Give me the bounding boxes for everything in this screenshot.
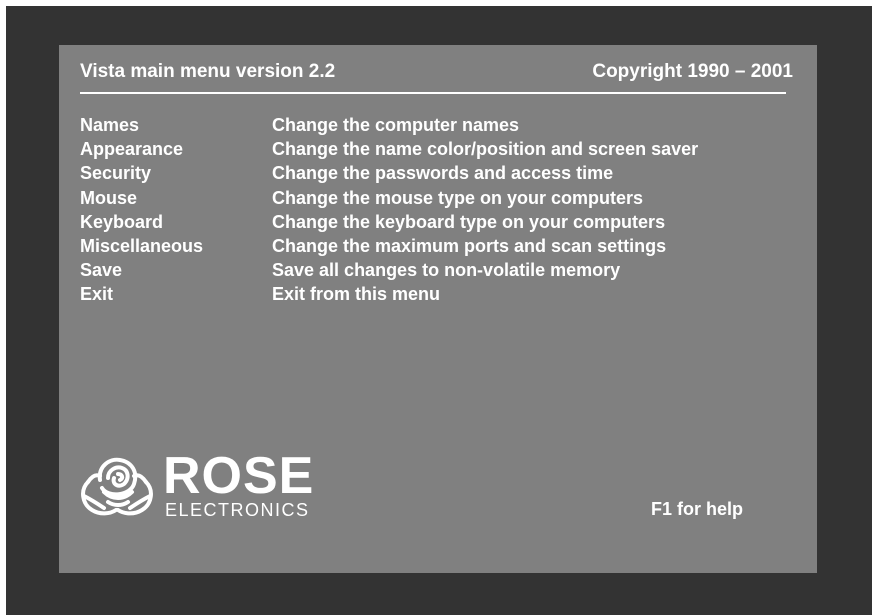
menu-item-mouse[interactable]: Mouse Change the mouse type on your comp… (80, 186, 800, 210)
help-hint: F1 for help (651, 499, 744, 519)
menu-item-key: Exit (80, 284, 114, 305)
menu-item-description: Exit from this menu (272, 284, 441, 305)
main-menu-list: Names Change the computer names Appearan… (80, 113, 800, 307)
menu-item-key: Miscellaneous (80, 235, 204, 256)
menu-item-exit[interactable]: Exit Exit from this menu (80, 282, 800, 306)
menu-item-description: Change the passwords and access time (272, 163, 614, 184)
menu-item-description: Change the computer names (272, 115, 520, 135)
logo-wordmark: ROSE (163, 447, 315, 505)
menu-item-appearance[interactable]: Appearance Change the name color/positio… (80, 137, 800, 161)
menu-item-key: Security (80, 163, 152, 184)
menu-item-keyboard[interactable]: Keyboard Change the keyboard type on you… (80, 210, 800, 234)
menu-item-miscellaneous[interactable]: Miscellaneous Change the maximum ports a… (80, 234, 800, 258)
rose-electronics-logo: ROSE ELECTRONICS (78, 448, 323, 522)
menu-item-key: Names (80, 115, 140, 135)
menu-item-security[interactable]: Security Change the passwords and access… (80, 161, 800, 185)
menu-item-description: Change the maximum ports and scan settin… (272, 235, 667, 256)
header-divider (80, 92, 786, 94)
menu-item-description: Save all changes to non-volatile memory (272, 260, 621, 281)
menu-item-key: Save (80, 260, 123, 281)
menu-item-description: Change the keyboard type on your compute… (272, 211, 666, 232)
menu-title: Vista main menu version 2.2 (80, 61, 336, 82)
menu-item-key: Appearance (80, 139, 184, 160)
menu-item-save[interactable]: Save Save all changes to non-volatile me… (80, 258, 800, 282)
menu-header: Vista main menu version 2.2 Copyright 19… (80, 59, 793, 83)
menu-item-names[interactable]: Names Change the computer names (80, 113, 800, 137)
menu-item-key: Keyboard (80, 211, 164, 232)
menu-item-description: Change the name color/position and scree… (272, 139, 699, 160)
menu-item-description: Change the mouse type on your computers (272, 187, 644, 208)
menu-item-key: Mouse (80, 187, 138, 208)
copyright-text: Copyright 1990 – 2001 (592, 61, 793, 82)
menu-screen: Vista main menu version 2.2 Copyright 19… (59, 45, 817, 573)
rose-icon (81, 457, 153, 516)
logo-subtitle: ELECTRONICS (165, 500, 310, 520)
